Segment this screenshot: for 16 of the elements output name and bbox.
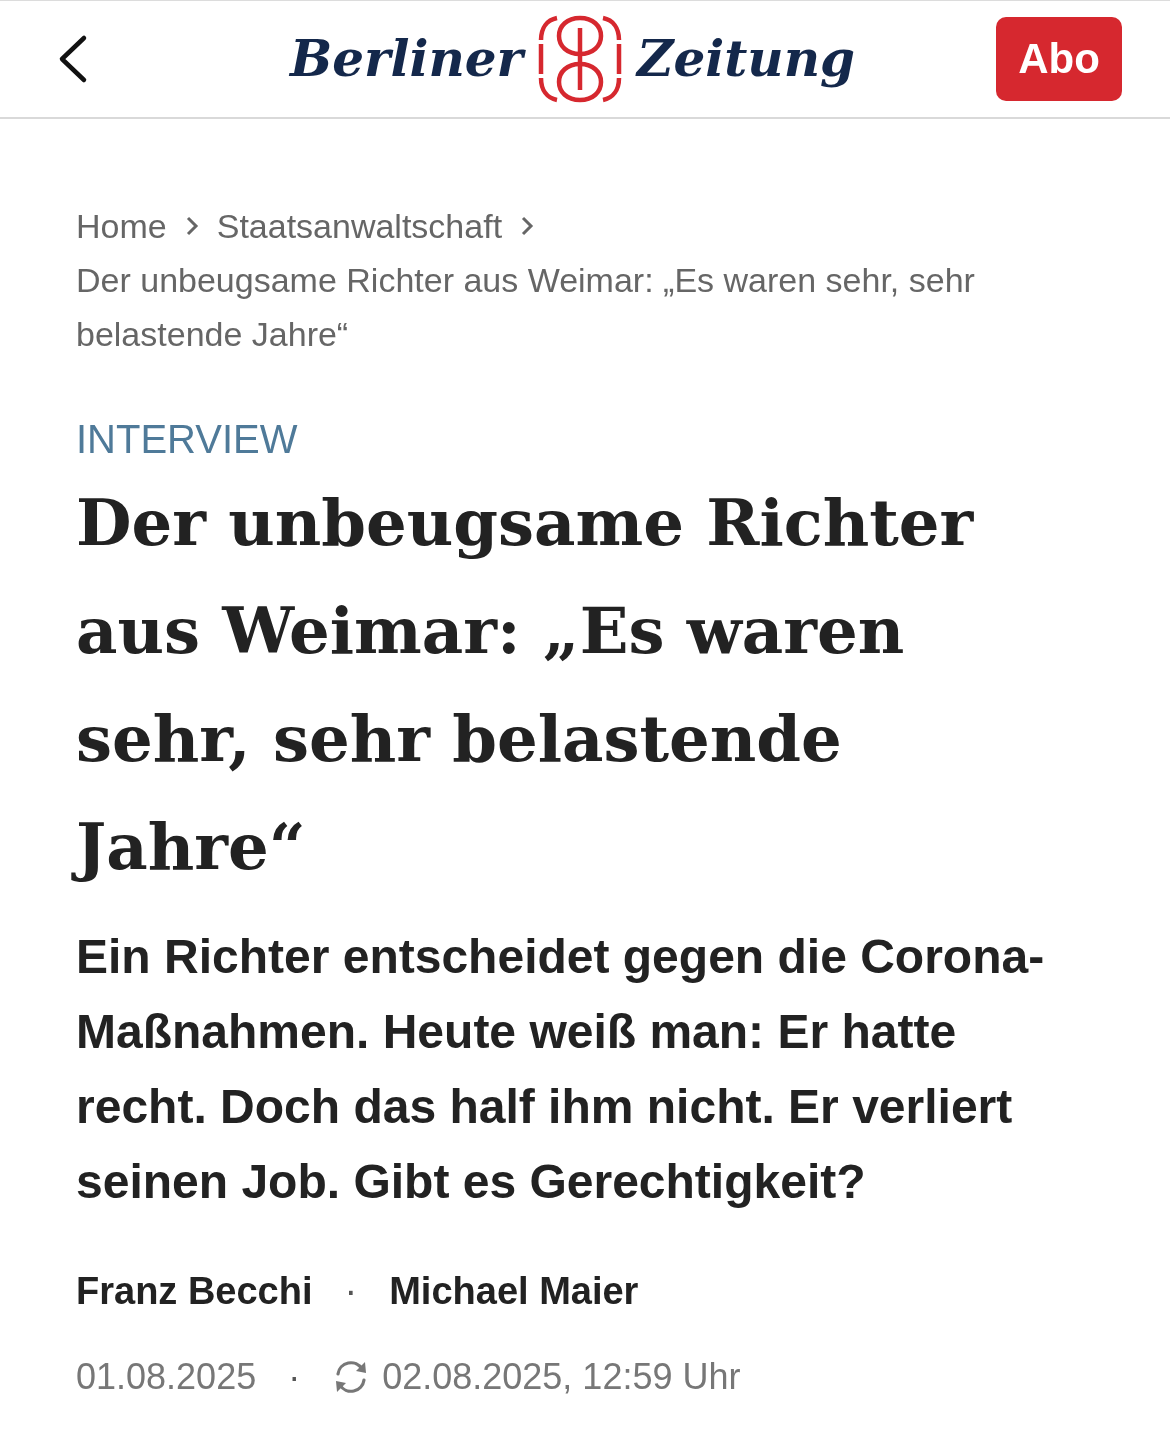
updated-date: 02.08.2025, 12:59 Uhr xyxy=(382,1355,741,1399)
chevron-right-icon xyxy=(184,215,199,237)
chevron-right-icon xyxy=(520,215,535,237)
separator-dot: · xyxy=(288,1355,301,1399)
article-lede: Ein Richter entscheidet gegen die Corona-Maßnahmen. Heute weiß man: Er hatte recht. Doch das half ihm nicht. Er verliert seinen Job. Gibt es Gerechtigkeit? xyxy=(76,929,1046,1210)
breadcrumb-link[interactable]: Staatsanwaltschaft xyxy=(216,199,503,253)
author-link[interactable]: Michael Maier xyxy=(389,1267,639,1315)
breadcrumb-link[interactable]: Home xyxy=(76,199,167,253)
published-date: 01.08.2025 xyxy=(76,1355,257,1399)
logo-emblem-icon xyxy=(536,14,623,104)
subscribe-button[interactable]: Abo xyxy=(996,17,1122,101)
separator-dot: · xyxy=(344,1269,358,1314)
breadcrumb-current: Der unbeugsame Richter aus Weimar: „Es waren sehr, sehr belastende Jahre“ xyxy=(76,260,976,355)
author-link[interactable]: Franz Becchi xyxy=(76,1267,313,1315)
article-title: Der unbeugsame Richter aus Weimar: „Es waren sehr, sehr belastende Jahre“ xyxy=(66,469,1016,901)
kicker-label: INTERVIEW xyxy=(76,416,298,463)
